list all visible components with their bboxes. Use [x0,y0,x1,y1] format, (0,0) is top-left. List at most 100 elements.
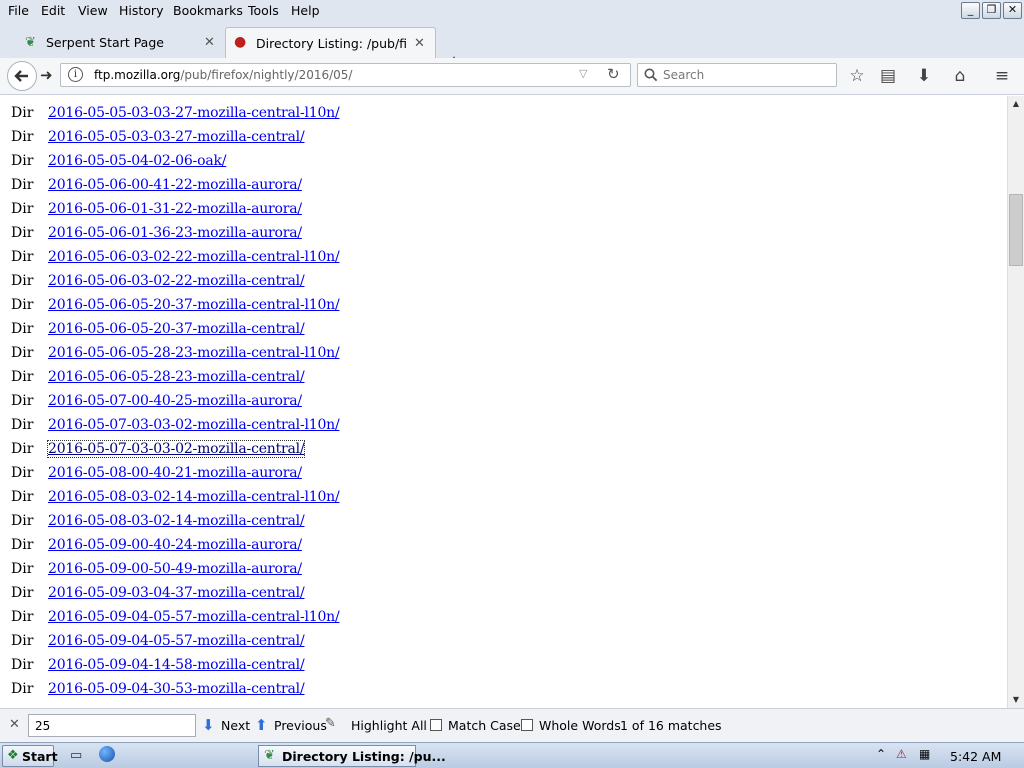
network-status-icon[interactable]: ⚠ [896,747,907,761]
menu-help[interactable]: Help [291,3,320,18]
menu-file[interactable]: File [8,3,29,18]
bookmark-star-icon[interactable]: ☆ [846,66,868,86]
tray-expand-icon[interactable]: ⌃ [876,747,886,761]
forward-arrow-icon[interactable]: ➜ [40,66,53,84]
back-button[interactable] [7,61,37,91]
search-bar[interactable]: Search [637,63,837,87]
url-bar[interactable]: i ftp.mozilla.org/pub/firefox/nightly/20… [60,63,631,87]
whole-words-label: Whole Words [539,718,621,733]
find-input[interactable] [28,714,196,737]
menu-view[interactable]: View [78,3,108,18]
directory-link[interactable]: 2016-05-05-03-03-27-mozilla-central/ [48,129,305,145]
close-icon[interactable]: ✕ [204,35,215,50]
directory-link[interactable]: 2016-05-06-05-28-23-mozilla-central/ [48,369,305,385]
restore-button[interactable]: ❐ [982,2,1001,19]
directory-link[interactable]: 2016-05-06-01-36-23-mozilla-aurora/ [48,225,302,241]
directory-link[interactable]: 2016-05-06-05-20-37-mozilla-central/ [48,321,305,337]
directory-link[interactable]: 2016-05-08-03-02-14-mozilla-central-l10n… [48,489,340,505]
tab-serpent-start-page[interactable]: ❦ Serpent Start Page ✕ [18,27,224,58]
home-icon[interactable]: ⌂ [949,66,971,86]
match-case-checkbox[interactable] [430,719,442,731]
entry-type-label: Dir [11,489,34,505]
list-item: Dir 2016-05-09-04-14-58-mozilla-central/ [0,654,1000,678]
menu-bookmarks[interactable]: Bookmarks [173,3,243,18]
entry-type-label: Dir [11,417,34,433]
url-text: ftp.mozilla.org/pub/firefox/nightly/2016… [94,68,352,82]
highlight-all-toggle[interactable]: Highlight All [351,718,427,733]
serpent-favicon-icon: ● [234,34,247,50]
list-item: Dir 2016-05-08-03-02-14-mozilla-central/ [0,510,1000,534]
close-icon[interactable]: ✕ [414,36,425,51]
close-findbar-icon[interactable]: ✕ [9,717,20,732]
directory-listing: Dir 2016-05-05-03-03-27-mozilla-central-l… [0,96,1007,708]
scroll-down-arrow-icon[interactable]: ▼ [1008,692,1024,708]
list-item: Dir 2016-05-09-00-50-49-mozilla-aurora/ [0,558,1000,582]
bookmarks-menu-icon[interactable]: ▤ [877,66,899,86]
entry-type-label: Dir [11,273,34,289]
menu-history[interactable]: History [119,3,163,18]
directory-link[interactable]: 2016-05-07-03-03-02-mozilla-central-l10n… [48,417,340,433]
find-next-button[interactable]: Next [221,718,250,733]
match-case-label: Match Case [448,718,521,733]
directory-link[interactable]: 2016-05-06-05-28-23-mozilla-central-l10n… [48,345,340,361]
directory-link[interactable]: 2016-05-09-04-05-57-mozilla-central/ [48,633,305,649]
directory-link[interactable]: 2016-05-06-00-41-22-mozilla-aurora/ [48,177,302,193]
entry-type-label: Dir [11,201,34,217]
minimize-button[interactable]: _ [961,2,980,19]
info-icon[interactable]: i [68,67,83,82]
directory-link[interactable]: 2016-05-06-03-02-22-mozilla-central/ [48,273,305,289]
directory-link[interactable]: 2016-05-07-03-03-02-mozilla-central/ [46,440,306,458]
url-path: /pub/firefox/nightly/2016/05/ [180,68,353,82]
list-item: Dir 2016-05-06-03-02-22-mozilla-central-l… [0,246,1000,270]
menu-edit[interactable]: Edit [41,3,65,18]
start-button[interactable]: ❖ Start [2,745,58,767]
list-item: Dir 2016-05-06-05-28-23-mozilla-central-l… [0,342,1000,366]
tab-directory-listing[interactable]: ● Directory Listing: /pub/firefc ✕ [225,27,436,58]
directory-link[interactable]: 2016-05-05-03-03-27-mozilla-central-l10n… [48,105,340,121]
list-item: Dir 2016-05-07-03-03-02-mozilla-central-l… [0,414,1000,438]
next-arrow-icon[interactable]: ⬇ [202,716,215,734]
browser-quicklaunch-icon[interactable] [99,746,115,762]
directory-link[interactable]: 2016-05-05-04-02-06-oak/ [48,153,226,169]
search-input[interactable]: Search [663,68,704,82]
taskbar-item-directory-listing[interactable]: ❦ Directory Listing: /pu... [258,745,446,767]
serpent-favicon-icon: ❦ [264,748,275,763]
directory-link[interactable]: 2016-05-09-00-40-24-mozilla-aurora/ [48,537,302,553]
url-dropdown-icon[interactable]: ▽ [579,67,587,80]
scroll-thumb[interactable] [1009,194,1023,266]
url-host: ftp.mozilla.org [94,68,181,82]
reload-icon[interactable]: ↻ [607,65,620,83]
list-item: Dir 2016-05-05-03-03-27-mozilla-central/ [0,126,1000,150]
downloads-icon[interactable]: ⬇ [913,66,935,86]
menu-hamburger-icon[interactable]: ≡ [991,66,1013,86]
entry-type-label: Dir [11,609,34,625]
directory-link[interactable]: 2016-05-09-00-50-49-mozilla-aurora/ [48,561,302,577]
directory-link[interactable]: 2016-05-08-03-02-14-mozilla-central/ [48,513,305,529]
directory-link[interactable]: 2016-05-09-03-04-37-mozilla-central/ [48,585,305,601]
scroll-up-arrow-icon[interactable]: ▲ [1008,96,1024,112]
vertical-scrollbar[interactable]: ▲ ▼ [1007,96,1024,708]
clock: 5:42 AM [950,749,1002,764]
find-previous-button[interactable]: Previous [274,718,327,733]
directory-link[interactable]: 2016-05-09-04-05-57-mozilla-central-l10n… [48,609,340,625]
entry-type-label: Dir [11,297,34,313]
entry-type-label: Dir [11,369,34,385]
directory-link[interactable]: 2016-05-06-01-31-22-mozilla-aurora/ [48,201,302,217]
list-item: Dir 2016-05-05-04-02-06-oak/ [0,150,1000,174]
list-item: Dir 2016-05-09-04-30-53-mozilla-central/ [0,678,1000,702]
directory-link[interactable]: 2016-05-09-04-14-58-mozilla-central/ [48,657,305,673]
show-desktop-icon[interactable]: ▭ [70,748,82,763]
list-item: Dir 2016-05-07-03-03-02-mozilla-central/ [0,438,1000,462]
directory-link[interactable]: 2016-05-08-00-40-21-mozilla-aurora/ [48,465,302,481]
whole-words-checkbox[interactable] [521,719,533,731]
directory-link[interactable]: 2016-05-07-00-40-25-mozilla-aurora/ [48,393,302,409]
directory-link[interactable]: 2016-05-09-04-30-53-mozilla-central/ [48,681,305,697]
directory-link[interactable]: 2016-05-06-05-20-37-mozilla-central-l10n… [48,297,340,313]
close-window-button[interactable]: ✕ [1003,2,1022,19]
menu-tools[interactable]: Tools [248,3,279,18]
entry-type-label: Dir [11,537,34,553]
search-icon [644,68,658,82]
previous-arrow-icon[interactable]: ⬆ [255,716,268,734]
volume-icon[interactable]: ▦ [919,747,930,761]
directory-link[interactable]: 2016-05-06-03-02-22-mozilla-central-l10n… [48,249,340,265]
